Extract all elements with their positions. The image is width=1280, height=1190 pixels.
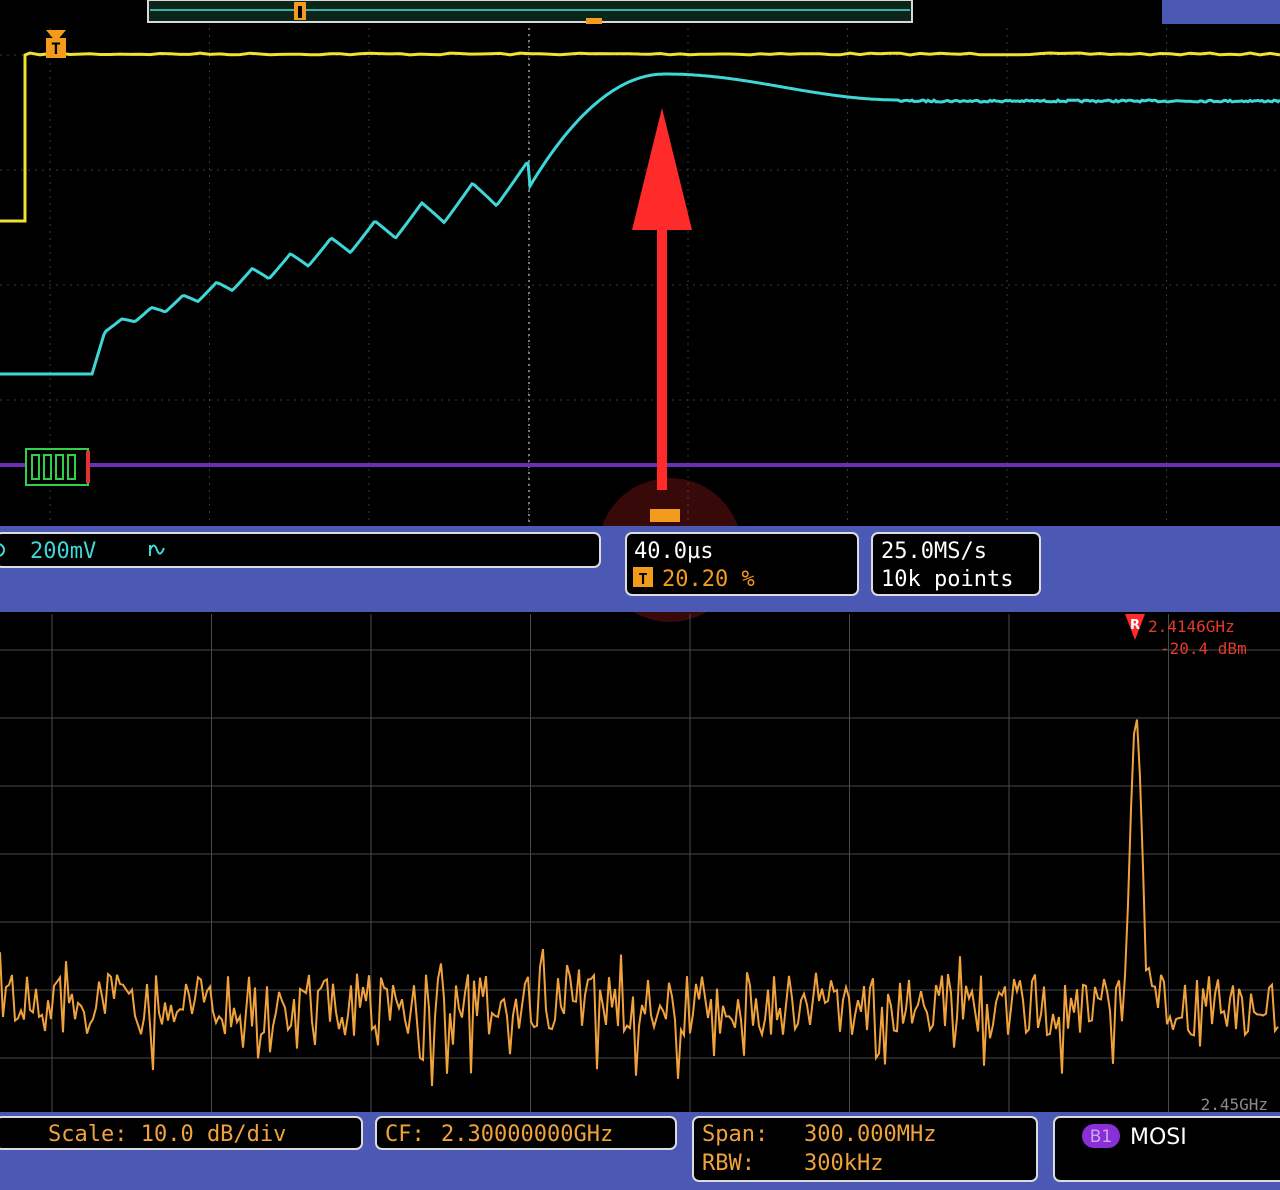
center-frequency-label: CF: xyxy=(385,1122,425,1147)
rbw-value: 300kHz xyxy=(804,1151,883,1176)
reference-marker[interactable]: R xyxy=(1125,614,1145,640)
bus-name: MOSI xyxy=(1130,1125,1187,1150)
trigger-position-readout-icon: T xyxy=(633,567,653,588)
time-graticule xyxy=(0,28,1280,524)
reference-marker-frequency: 2.4146GHz xyxy=(1148,617,1235,636)
spectrum-scale: Scale: 10.0 dB/div xyxy=(48,1122,286,1147)
channel-2-readout[interactable]: 200mV xyxy=(0,532,601,568)
spectrum-scale-readout[interactable]: Scale: 10.0 dB/div xyxy=(0,1116,363,1150)
spectrum-graticule xyxy=(0,614,1280,1112)
channel-scale: 200mV xyxy=(30,539,96,564)
record-view-side-panel xyxy=(1162,0,1280,24)
oscilloscope-display: T 200mV 40.0µs T 20.20 % 25.0MS/s 10k po… xyxy=(0,0,1280,1190)
svg-text:T: T xyxy=(638,570,647,588)
bus-packet-icon[interactable] xyxy=(25,448,90,486)
bus-readout[interactable]: B1 MOSI xyxy=(1053,1116,1280,1182)
span-rbw-readout[interactable]: Span: 300.000MHz RBW: 300kHz xyxy=(692,1116,1038,1182)
record-expansion-marker xyxy=(586,18,602,24)
record-trigger-icon xyxy=(294,2,306,20)
horizontal-readout[interactable]: 40.0µs T 20.20 % xyxy=(625,532,859,596)
svg-text:R: R xyxy=(1130,618,1140,633)
svg-text:T: T xyxy=(51,39,61,58)
sample-rate: 25.0MS/s xyxy=(881,539,987,564)
time-per-division: 40.0µs xyxy=(634,539,713,564)
trigger-position-percent: 20.20 % xyxy=(662,567,755,592)
annotation-arrow-head xyxy=(632,108,692,230)
trigger-position-icon[interactable]: T xyxy=(46,30,66,58)
stop-frequency-label: 2.45GHz xyxy=(1201,1095,1268,1114)
rbw-label: RBW: xyxy=(702,1151,755,1176)
span-value: 300.000MHz xyxy=(804,1122,936,1147)
center-frequency-value: 2.30000000GHz xyxy=(441,1122,613,1147)
acquisition-readout[interactable]: 25.0MS/s 10k points xyxy=(871,532,1041,596)
span-label: Span: xyxy=(702,1122,768,1147)
reference-marker-level: -20.4 dBm xyxy=(1160,639,1247,658)
horizontal-position-marker[interactable] xyxy=(650,509,680,522)
center-frequency-readout[interactable]: CF: 2.30000000GHz xyxy=(375,1116,677,1150)
spectrum-trace xyxy=(0,719,1279,1087)
record-length: 10k points xyxy=(881,567,1013,592)
svg-text:B1: B1 xyxy=(1090,1127,1112,1147)
